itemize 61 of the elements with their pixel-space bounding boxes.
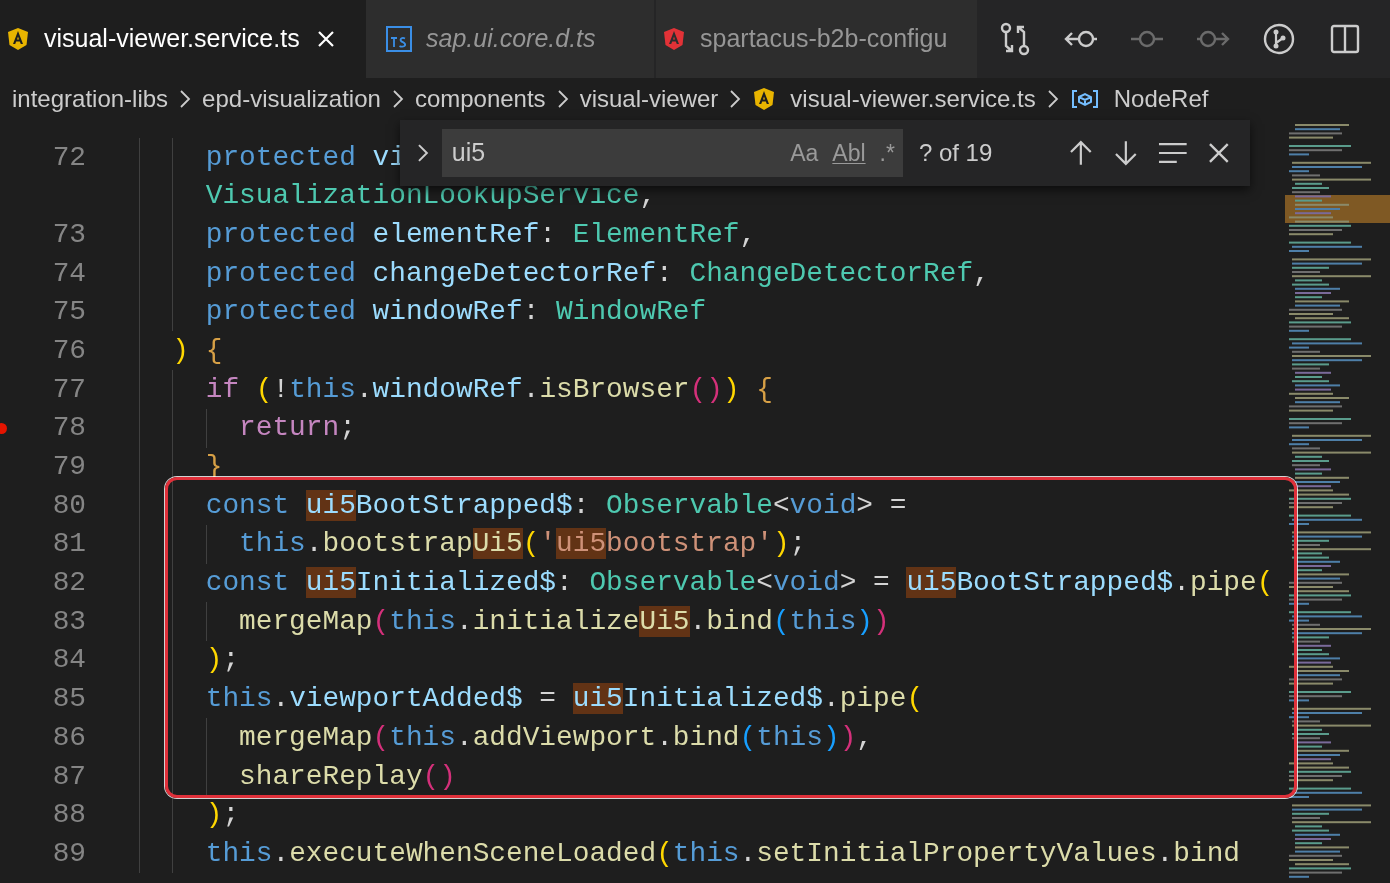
line-number: 88: [52, 798, 86, 833]
line-number: 80: [52, 488, 86, 523]
line-number: 82: [52, 566, 86, 601]
angular-icon: [6, 27, 30, 51]
code-line: const ui5BootStrapped$: Observable<void> =: [205, 488, 907, 523]
code-line: );: [205, 643, 240, 678]
code-line: const ui5Initialized$: Observable<void> = ui5BootStrapped$.pipe(: [205, 566, 1274, 601]
close-icon[interactable]: [315, 29, 336, 49]
code-line: this.viewportAdded$ = ui5Initialized$.pipe(: [205, 682, 924, 717]
line-number: 73: [52, 217, 86, 252]
code-line: if (!this.windowRef.isBrowser()) {: [205, 372, 773, 407]
breadcrumb-item[interactable]: visual-viewer.service.ts: [790, 81, 1036, 117]
code-line: mergeMap(this.addViewport.bind(this)),: [239, 720, 874, 755]
chevron-right-icon: [178, 88, 193, 110]
search-option-toggle[interactable]: Abl: [832, 135, 866, 171]
code-line: shareReplay(): [239, 759, 456, 794]
line-number: 87: [52, 759, 86, 794]
code-line: mergeMap(this.initializeUi5.bind(this)): [239, 604, 890, 639]
chevron-right-icon: [728, 88, 743, 110]
editor-tab[interactable]: spartacus-b2b-configu: [656, 0, 979, 78]
search-option-toggle[interactable]: .*: [879, 135, 895, 171]
line-number: 78: [52, 411, 86, 446]
line-number: 79: [52, 450, 86, 484]
line-number: 85: [52, 682, 86, 717]
line-number: 77: [52, 372, 86, 407]
code-line: protected elementRef: ElementRef,: [205, 217, 757, 252]
symbol-icon: [1069, 87, 1100, 111]
editor-tab[interactable]: visual-viewer.service.ts: [0, 0, 366, 78]
chevron-right-icon: [1045, 88, 1060, 110]
breadcrumb-item[interactable]: epd-visualization: [202, 81, 381, 117]
line-number: 72: [52, 140, 86, 175]
code-line: this.bootstrapUi5('ui5bootstrap');: [239, 527, 807, 562]
line-number: 81: [52, 527, 86, 562]
editor-tab[interactable]: sap.ui.core.d.ts: [366, 0, 656, 78]
line-number: 76: [52, 333, 86, 368]
match-count: ? of 19: [918, 138, 994, 168]
angular-icon: [662, 27, 686, 51]
line-number: 74: [52, 256, 86, 291]
code-line: protected changeDetectorRef: ChangeDetectorRef,: [205, 256, 990, 291]
line-number: 75: [52, 295, 86, 330]
search-field[interactable]: ui5 Aa Abl .*: [441, 129, 903, 177]
code-line: ) {: [172, 333, 223, 368]
code-line: return;: [239, 411, 356, 446]
line-number: 84: [52, 643, 86, 678]
search-option-toggle[interactable]: Aa: [790, 135, 819, 171]
line-number: 83: [52, 604, 86, 639]
chevron-right-icon: [555, 88, 570, 110]
code-line: protected windowRef: WindowRef: [205, 295, 707, 330]
angular-icon: [752, 87, 777, 111]
code-line: VisualizationLookupService,: [205, 179, 657, 214]
line-number: 86: [52, 720, 86, 755]
breadcrumb-item[interactable]: NodeRef: [1113, 81, 1209, 117]
breadcrumb-item[interactable]: visual-viewer: [579, 81, 719, 117]
code-line: );: [205, 798, 240, 833]
chevron-right-icon: [390, 88, 405, 110]
breadcrumb-item[interactable]: integration-libs: [12, 81, 169, 117]
line-number: 89: [52, 836, 86, 871]
code-line: this.executeWhenSceneLoaded(this.setInitialPropertyValues.bind: [205, 836, 1240, 871]
breadcrumb-item[interactable]: components: [414, 81, 546, 117]
typescript-file-icon: [386, 26, 412, 52]
git-graph-icon[interactable]: [1261, 21, 1297, 57]
